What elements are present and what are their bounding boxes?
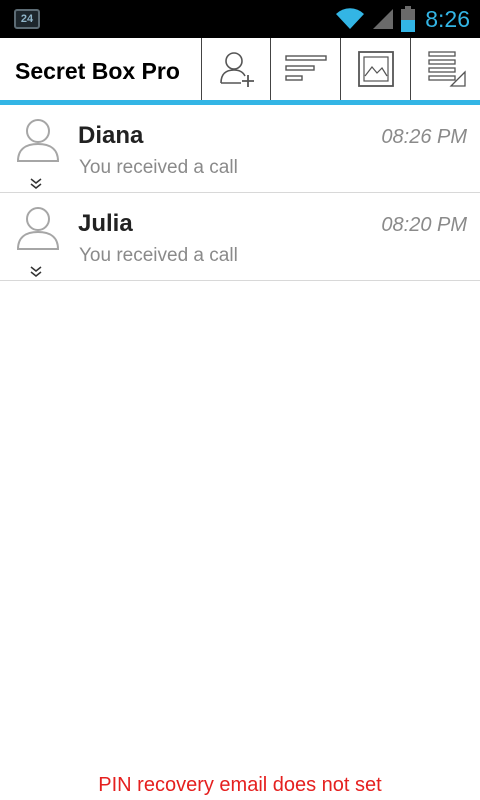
gallery-button[interactable]	[340, 38, 410, 100]
notification-area: 24	[14, 9, 40, 29]
pin-recovery-warning[interactable]: PIN recovery email does not set	[0, 774, 480, 797]
chevron-down-icon[interactable]	[29, 265, 43, 277]
status-time: 8:26	[425, 5, 470, 32]
app-title: Secret Box Pro	[15, 58, 180, 84]
contact-time: 08:20 PM	[381, 214, 467, 236]
avatar-icon	[16, 207, 60, 250]
battery-icon	[401, 6, 416, 32]
add-contact-icon	[219, 52, 254, 87]
sort-icon	[284, 55, 327, 81]
wifi-icon	[336, 8, 365, 30]
action-bar: Secret Box Pro	[0, 38, 480, 100]
list-item[interactable]: Diana You received a call 08:26 PM	[0, 105, 480, 193]
menu-button[interactable]	[410, 38, 480, 100]
contact-name: Diana	[78, 122, 144, 149]
status-icons: 8:26	[335, 0, 470, 38]
status-bar: 24 8:26	[0, 0, 480, 38]
avatar-icon	[16, 119, 60, 162]
sort-button[interactable]	[270, 38, 340, 100]
list-item[interactable]: Julia You received a call 08:20 PM	[0, 193, 480, 281]
notification-badge: 24	[14, 9, 40, 29]
contact-name: Julia	[78, 210, 133, 237]
contact-time: 08:26 PM	[381, 126, 467, 148]
contact-list: Diana You received a call 08:26 PM Julia…	[0, 105, 480, 281]
image-icon	[357, 51, 394, 87]
contact-message: You received a call	[79, 245, 238, 266]
contact-message: You received a call	[79, 157, 238, 178]
chevron-down-icon[interactable]	[29, 177, 43, 189]
overflow-menu-icon	[427, 51, 466, 87]
add-contact-button[interactable]	[201, 38, 271, 100]
signal-icon	[373, 9, 394, 29]
